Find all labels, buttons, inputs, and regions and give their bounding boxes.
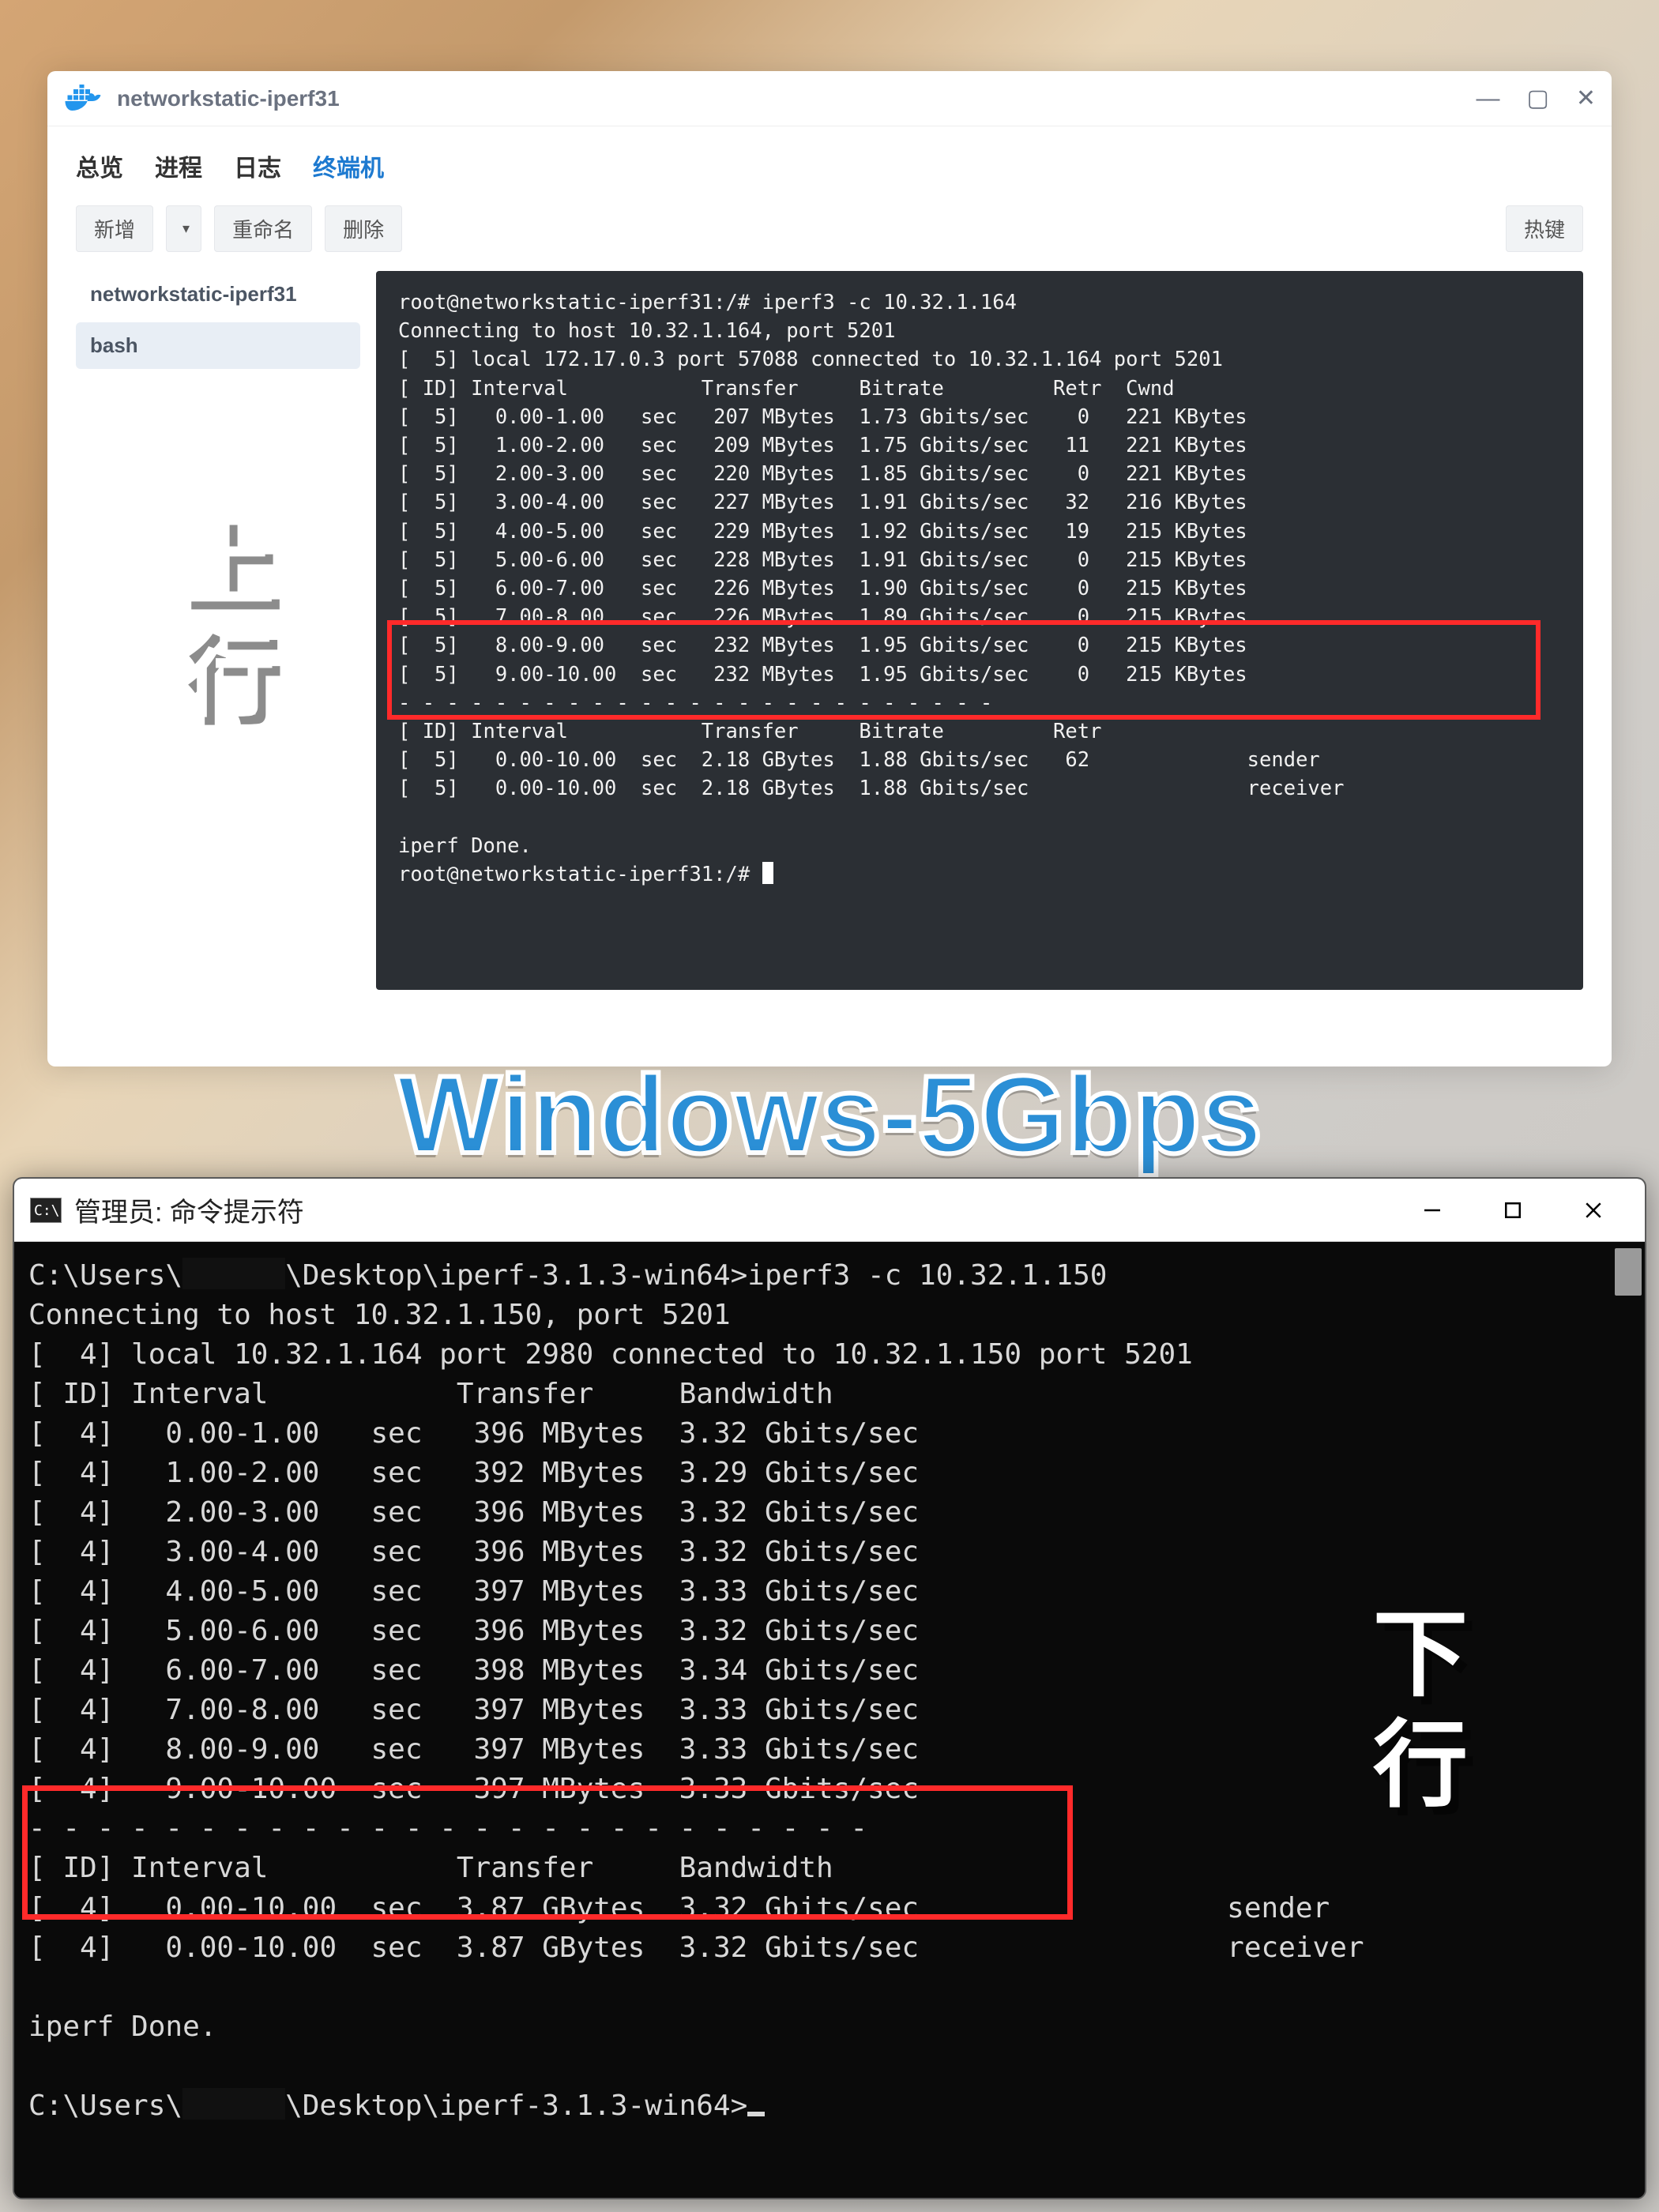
cmd-line: [ 4] 9.00-10.00 sec 397 MBytes 3.33 Gbit… bbox=[28, 1773, 919, 1805]
cmd-line: Connecting to host 10.32.1.150, port 520… bbox=[28, 1299, 731, 1331]
terminal-line: [ ID] Interval Transfer Bitrate Retr bbox=[398, 720, 1101, 743]
cmd-line: [ 4] 8.00-9.00 sec 397 MBytes 3.33 Gbits… bbox=[28, 1733, 919, 1766]
terminal-line: iperf Done. bbox=[398, 834, 532, 858]
terminal-line: [ 5] 3.00-4.00 sec 227 MBytes 1.91 Gbits… bbox=[398, 491, 1247, 514]
window-controls: — ▢ ✕ bbox=[1477, 85, 1597, 112]
terminal-line: [ 5] 5.00-6.00 sec 228 MBytes 1.91 Gbits… bbox=[398, 548, 1247, 572]
terminal-line: [ 5] 8.00-9.00 sec 232 MBytes 1.95 Gbits… bbox=[398, 634, 1247, 657]
new-button[interactable]: 新增 bbox=[76, 205, 153, 252]
terminal-line: [ ID] Interval Transfer Bitrate Retr Cwn… bbox=[398, 377, 1175, 401]
window-controls bbox=[1397, 1187, 1629, 1234]
redacted-username bbox=[182, 2088, 285, 2120]
cmd-line: [ 4] local 10.32.1.164 port 2980 connect… bbox=[28, 1338, 1193, 1371]
titlebar: networkstatic-iperf31 — ▢ ✕ bbox=[47, 71, 1612, 126]
cmd-line: C:\Users\ bbox=[28, 2090, 182, 2122]
redacted-username bbox=[182, 1258, 285, 1289]
close-icon[interactable]: ✕ bbox=[1576, 85, 1596, 112]
center-title: Windows-5Gbps bbox=[0, 1051, 1659, 1179]
new-dropdown-button[interactable]: ▾ bbox=[166, 205, 201, 252]
terminal-output[interactable]: root@networkstatic-iperf31:/# iperf3 -c … bbox=[376, 271, 1583, 990]
session-item[interactable]: bash bbox=[76, 322, 360, 369]
cmd-line: [ 4] 0.00-1.00 sec 396 MBytes 3.32 Gbits… bbox=[28, 1417, 919, 1450]
cmd-line: \Desktop\iperf-3.1.3-win64>iperf3 -c 10.… bbox=[285, 1259, 1107, 1292]
cmd-line: iperf Done. bbox=[28, 2011, 216, 2043]
cursor-icon bbox=[747, 2112, 765, 2116]
cmd-line: [ 4] 5.00-6.00 sec 396 MBytes 3.32 Gbits… bbox=[28, 1615, 919, 1647]
tab-terminal[interactable]: 终端机 bbox=[313, 149, 384, 183]
cmd-line: - - - - - - - - - - - - - - - - - - - - … bbox=[28, 1812, 867, 1845]
cmd-line: [ 4] 2.00-3.00 sec 396 MBytes 3.32 Gbits… bbox=[28, 1496, 919, 1529]
scrollbar-thumb[interactable] bbox=[1615, 1248, 1642, 1296]
cmd-icon: C:\. bbox=[30, 1198, 62, 1223]
tab-overview[interactable]: 总览 bbox=[76, 149, 123, 183]
chevron-down-icon: ▾ bbox=[182, 220, 190, 237]
terminal-line: - - - - - - - - - - - - - - - - - - - - … bbox=[398, 691, 992, 715]
cmd-line: [ 4] 3.00-4.00 sec 396 MBytes 3.32 Gbits… bbox=[28, 1536, 919, 1568]
cmd-line: [ ID] Interval Transfer Bandwidth bbox=[28, 1852, 833, 1884]
cmd-line: C:\Users\ bbox=[28, 1259, 182, 1292]
terminal-line: [ 5] 7.00-8.00 sec 226 MBytes 1.89 Gbits… bbox=[398, 605, 1247, 629]
rename-button[interactable]: 重命名 bbox=[214, 205, 312, 252]
terminal-line: [ 5] local 172.17.0.3 port 57088 connect… bbox=[398, 348, 1223, 371]
cmd-line: [ 4] 6.00-7.00 sec 398 MBytes 3.34 Gbits… bbox=[28, 1654, 919, 1687]
close-icon[interactable] bbox=[1558, 1187, 1629, 1234]
cmd-title: 管理员: 命令提示符 bbox=[74, 1191, 304, 1229]
tab-bar: 总览 进程 日志 终端机 bbox=[47, 126, 1612, 198]
minimize-icon[interactable] bbox=[1397, 1187, 1468, 1234]
terminal-line: [ 5] 2.00-3.00 sec 220 MBytes 1.85 Gbits… bbox=[398, 462, 1247, 486]
terminal-line: root@networkstatic-iperf31:/# bbox=[398, 863, 762, 886]
hotkey-button[interactable]: 热键 bbox=[1506, 205, 1583, 252]
session-item[interactable]: networkstatic-iperf31 bbox=[76, 271, 360, 318]
maximize-icon[interactable] bbox=[1477, 1187, 1548, 1234]
window-title: networkstatic-iperf31 bbox=[117, 86, 340, 111]
cmd-line: [ ID] Interval Transfer Bandwidth bbox=[28, 1378, 833, 1410]
cmd-titlebar: C:\. 管理员: 命令提示符 bbox=[14, 1179, 1645, 1242]
terminal-line: [ 5] 0.00-1.00 sec 207 MBytes 1.73 Gbits… bbox=[398, 405, 1247, 429]
cmd-line: [ 4] 0.00-10.00 sec 3.87 GBytes 3.32 Gbi… bbox=[28, 1932, 1364, 1964]
terminal-line: [ 5] 4.00-5.00 sec 229 MBytes 1.92 Gbits… bbox=[398, 520, 1247, 544]
docker-icon bbox=[63, 85, 103, 113]
cursor-icon bbox=[762, 862, 773, 884]
terminal-line: [ 5] 0.00-10.00 sec 2.18 GBytes 1.88 Gbi… bbox=[398, 777, 1344, 800]
cmd-line: [ 4] 1.00-2.00 sec 392 MBytes 3.29 Gbits… bbox=[28, 1457, 919, 1489]
cmd-line: [ 4] 7.00-8.00 sec 397 MBytes 3.33 Gbits… bbox=[28, 1694, 919, 1726]
delete-button[interactable]: 删除 bbox=[325, 205, 402, 252]
terminal-line: Connecting to host 10.32.1.164, port 520… bbox=[398, 319, 895, 343]
cmd-line: [ 4] 0.00-10.00 sec 3.87 GBytes 3.32 Gbi… bbox=[28, 1892, 1330, 1924]
terminal-line: [ 5] 0.00-10.00 sec 2.18 GBytes 1.88 Gbi… bbox=[398, 748, 1320, 772]
terminal-line: [ 5] 9.00-10.00 sec 232 MBytes 1.95 Gbit… bbox=[398, 663, 1247, 687]
terminal-line: [ 5] 1.00-2.00 sec 209 MBytes 1.75 Gbits… bbox=[398, 434, 1247, 457]
tab-logs[interactable]: 日志 bbox=[234, 149, 281, 183]
toolbar: 新增 ▾ 重命名 删除 热键 bbox=[47, 198, 1612, 271]
maximize-icon[interactable]: ▢ bbox=[1527, 85, 1549, 112]
terminal-line: [ 5] 6.00-7.00 sec 226 MBytes 1.90 Gbits… bbox=[398, 577, 1247, 600]
terminal-line: root@networkstatic-iperf31:/# iperf3 -c … bbox=[398, 291, 1017, 314]
minimize-icon[interactable]: — bbox=[1477, 85, 1500, 112]
cmd-line: \Desktop\iperf-3.1.3-win64> bbox=[285, 2090, 747, 2122]
cmd-line: [ 4] 4.00-5.00 sec 397 MBytes 3.33 Gbits… bbox=[28, 1575, 919, 1608]
label-upstream: 上行 bbox=[150, 514, 288, 735]
label-downstream: 下行 bbox=[1343, 1604, 1480, 1825]
tab-processes[interactable]: 进程 bbox=[155, 149, 202, 183]
